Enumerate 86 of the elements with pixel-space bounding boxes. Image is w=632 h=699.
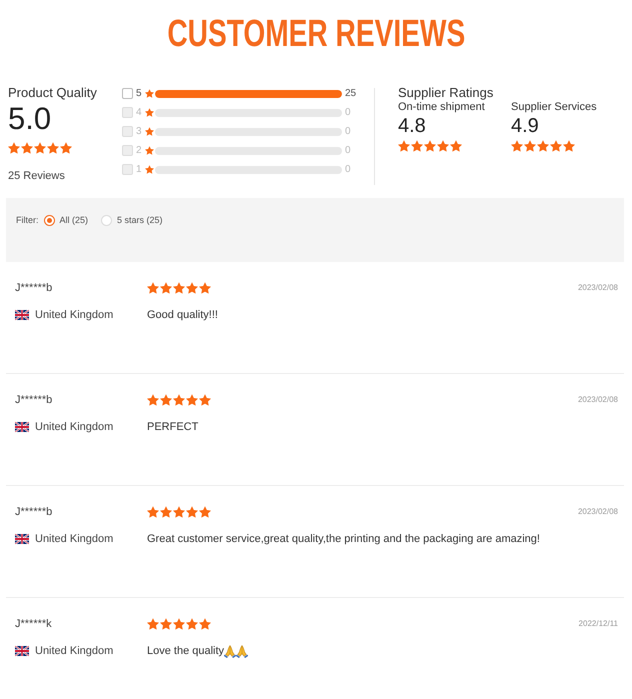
star-icon bbox=[145, 89, 154, 98]
star-icon bbox=[186, 394, 198, 406]
review-text: Love the quality bbox=[147, 644, 224, 658]
rating-count: 0 bbox=[345, 126, 351, 138]
star-icon bbox=[34, 142, 46, 154]
praying-hands-icon bbox=[236, 644, 248, 658]
section-title: Supplier Ratings bbox=[398, 85, 494, 101]
star-icon bbox=[563, 140, 575, 152]
reviewer-country: United Kingdom bbox=[35, 308, 114, 322]
section-title: Product Quality bbox=[8, 85, 97, 101]
star-icon bbox=[145, 165, 154, 174]
star-icon bbox=[173, 282, 185, 294]
rating-score: 5.0 bbox=[8, 103, 52, 135]
rating-count: 0 bbox=[345, 164, 351, 176]
star-icon bbox=[186, 618, 198, 630]
flag-icon bbox=[15, 422, 29, 432]
star-icon bbox=[145, 146, 154, 155]
review-count: 25 Reviews bbox=[8, 169, 65, 183]
star-icon bbox=[437, 140, 449, 152]
reviewer-country: United Kingdom bbox=[35, 420, 114, 434]
star-icon bbox=[160, 282, 172, 294]
filter-option[interactable]: 5 stars (25) bbox=[101, 214, 163, 226]
star-icon bbox=[186, 282, 198, 294]
checkbox[interactable] bbox=[122, 88, 133, 99]
star-icon bbox=[160, 394, 172, 406]
rating-count: 25 bbox=[345, 88, 356, 100]
review-text: Great customer service,great quality,the printing and the packaging are amazing! bbox=[147, 532, 540, 546]
star-icon bbox=[186, 506, 198, 518]
reviewer-name: J******k bbox=[15, 618, 52, 630]
rating-score: 4.8 bbox=[398, 115, 426, 137]
star-level-label: 2 bbox=[136, 144, 143, 156]
star-level-label: 1 bbox=[136, 164, 143, 176]
review-text: PERFECT bbox=[147, 420, 198, 434]
flag-icon bbox=[15, 310, 29, 320]
filter-label: Filter: bbox=[16, 214, 38, 226]
review-text: Good quality!!! bbox=[147, 308, 218, 322]
star-icon bbox=[145, 127, 154, 136]
star-icon bbox=[199, 394, 211, 406]
rating-score: 4.9 bbox=[511, 115, 539, 137]
reviewer-country: United Kingdom bbox=[35, 532, 114, 546]
star-icon bbox=[47, 142, 59, 154]
star-icon bbox=[524, 140, 536, 152]
rating-label: On-time shipment bbox=[398, 101, 485, 114]
star-icon bbox=[147, 506, 159, 518]
rating-count: 0 bbox=[345, 144, 351, 156]
star-icon bbox=[450, 140, 462, 152]
review-date: 2023/02/08 bbox=[578, 507, 618, 517]
flag-icon bbox=[15, 646, 29, 656]
star-icon bbox=[537, 140, 549, 152]
star-icon bbox=[199, 618, 211, 630]
reviewer-country: United Kingdom bbox=[35, 644, 114, 658]
star-level-label: 4 bbox=[136, 106, 143, 118]
star-icon bbox=[147, 282, 159, 294]
radio-button[interactable] bbox=[44, 214, 54, 226]
star-icon bbox=[199, 282, 211, 294]
star-icon bbox=[411, 140, 423, 152]
star-icon bbox=[173, 394, 185, 406]
star-icon bbox=[160, 618, 172, 630]
praying-hands-icon bbox=[224, 644, 236, 658]
reviewer-name: J******b bbox=[15, 282, 52, 294]
reviewer-name: J******b bbox=[15, 506, 52, 518]
star-icon bbox=[160, 506, 172, 518]
review-date: 2022/12/11 bbox=[578, 619, 618, 629]
filter-option[interactable]: All (25) bbox=[44, 214, 88, 226]
star-icon bbox=[173, 506, 185, 518]
star-icon bbox=[424, 140, 436, 152]
star-icon bbox=[398, 140, 410, 152]
star-icon bbox=[173, 618, 185, 630]
star-icon bbox=[21, 142, 33, 154]
star-icon bbox=[199, 506, 211, 518]
rating-label: Supplier Services bbox=[511, 101, 597, 114]
star-icon bbox=[550, 140, 562, 152]
star-level-label: 5 bbox=[136, 88, 143, 100]
flag-icon bbox=[15, 534, 29, 544]
star-icon bbox=[145, 108, 154, 117]
review-date: 2023/02/08 bbox=[578, 283, 618, 293]
review-date: 2023/02/08 bbox=[578, 395, 618, 405]
reviewer-name: J******b bbox=[15, 394, 52, 406]
star-icon bbox=[60, 142, 72, 154]
star-level-label: 3 bbox=[136, 126, 143, 138]
page-title: CUSTOMER REVIEWS bbox=[167, 14, 465, 54]
star-icon bbox=[147, 618, 159, 630]
star-icon bbox=[147, 394, 159, 406]
star-icon bbox=[511, 140, 523, 152]
rating-count: 0 bbox=[345, 106, 351, 118]
star-icon bbox=[8, 142, 20, 154]
